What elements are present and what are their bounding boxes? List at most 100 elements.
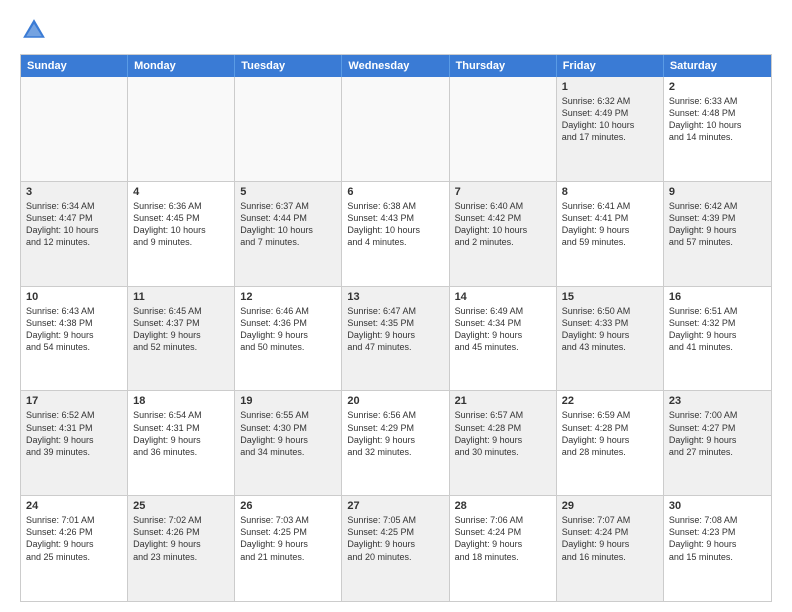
calendar: SundayMondayTuesdayWednesdayThursdayFrid… [20, 54, 772, 602]
cell-info-29: Sunrise: 7:07 AM Sunset: 4:24 PM Dayligh… [562, 514, 658, 563]
day-number-18: 18 [133, 395, 229, 407]
cell-info-24: Sunrise: 7:01 AM Sunset: 4:26 PM Dayligh… [26, 514, 122, 563]
cell-info-5: Sunrise: 6:37 AM Sunset: 4:44 PM Dayligh… [240, 200, 336, 249]
cell-info-17: Sunrise: 6:52 AM Sunset: 4:31 PM Dayligh… [26, 409, 122, 458]
day-number-17: 17 [26, 395, 122, 407]
cell-info-22: Sunrise: 6:59 AM Sunset: 4:28 PM Dayligh… [562, 409, 658, 458]
logo-icon [20, 16, 48, 44]
cell-info-9: Sunrise: 6:42 AM Sunset: 4:39 PM Dayligh… [669, 200, 766, 249]
cell-info-6: Sunrise: 6:38 AM Sunset: 4:43 PM Dayligh… [347, 200, 443, 249]
calendar-row-4: 17 Sunrise: 6:52 AM Sunset: 4:31 PM Dayli… [21, 391, 771, 496]
cell-info-4: Sunrise: 6:36 AM Sunset: 4:45 PM Dayligh… [133, 200, 229, 249]
day-number-20: 20 [347, 395, 443, 407]
cell-info-26: Sunrise: 7:03 AM Sunset: 4:25 PM Dayligh… [240, 514, 336, 563]
day-number-2: 2 [669, 81, 766, 93]
cell-info-18: Sunrise: 6:54 AM Sunset: 4:31 PM Dayligh… [133, 409, 229, 458]
day-number-30: 30 [669, 500, 766, 512]
cell-day-27: 27 Sunrise: 7:05 AM Sunset: 4:25 PM Dayli… [342, 496, 449, 601]
header-day-tuesday: Tuesday [235, 55, 342, 77]
calendar-row-2: 3 Sunrise: 6:34 AM Sunset: 4:47 PM Daylig… [21, 182, 771, 287]
cell-day-22: 22 Sunrise: 6:59 AM Sunset: 4:28 PM Dayli… [557, 391, 664, 495]
cell-info-25: Sunrise: 7:02 AM Sunset: 4:26 PM Dayligh… [133, 514, 229, 563]
cell-day-6: 6 Sunrise: 6:38 AM Sunset: 4:43 PM Daylig… [342, 182, 449, 286]
cell-day-16: 16 Sunrise: 6:51 AM Sunset: 4:32 PM Dayli… [664, 287, 771, 391]
cell-info-7: Sunrise: 6:40 AM Sunset: 4:42 PM Dayligh… [455, 200, 551, 249]
cell-info-28: Sunrise: 7:06 AM Sunset: 4:24 PM Dayligh… [455, 514, 551, 563]
cell-day-3: 3 Sunrise: 6:34 AM Sunset: 4:47 PM Daylig… [21, 182, 128, 286]
cell-day-29: 29Sunrise: 7:07 AM Sunset: 4:24 PM Dayli… [557, 496, 664, 601]
cell-info-30: Sunrise: 7:08 AM Sunset: 4:23 PM Dayligh… [669, 514, 766, 563]
cell-info-19: Sunrise: 6:55 AM Sunset: 4:30 PM Dayligh… [240, 409, 336, 458]
cell-day-28: 28 Sunrise: 7:06 AM Sunset: 4:24 PM Dayli… [450, 496, 557, 601]
day-number-15: 15 [562, 291, 658, 303]
calendar-row-3: 10 Sunrise: 6:43 AM Sunset: 4:38 PM Dayli… [21, 287, 771, 392]
header-day-monday: Monday [128, 55, 235, 77]
cell-info-12: Sunrise: 6:46 AM Sunset: 4:36 PM Dayligh… [240, 305, 336, 354]
day-number-6: 6 [347, 186, 443, 198]
cell-day-8: 8Sunrise: 6:41 AM Sunset: 4:41 PM Daylig… [557, 182, 664, 286]
day-number-3: 3 [26, 186, 122, 198]
header [20, 16, 772, 44]
day-number-24: 24 [26, 500, 122, 512]
cell-info-21: Sunrise: 6:57 AM Sunset: 4:28 PM Dayligh… [455, 409, 551, 458]
cell-info-16: Sunrise: 6:51 AM Sunset: 4:32 PM Dayligh… [669, 305, 766, 354]
page: SundayMondayTuesdayWednesdayThursdayFrid… [0, 0, 792, 612]
day-number-14: 14 [455, 291, 551, 303]
cell-day-17: 17 Sunrise: 6:52 AM Sunset: 4:31 PM Dayli… [21, 391, 128, 495]
cell-info-27: Sunrise: 7:05 AM Sunset: 4:25 PM Dayligh… [347, 514, 443, 563]
header-day-wednesday: Wednesday [342, 55, 449, 77]
calendar-header: SundayMondayTuesdayWednesdayThursdayFrid… [21, 55, 771, 77]
day-number-27: 27 [347, 500, 443, 512]
cell-day-2: 2Sunrise: 6:33 AM Sunset: 4:48 PM Daylig… [664, 77, 771, 181]
cell-info-14: Sunrise: 6:49 AM Sunset: 4:34 PM Dayligh… [455, 305, 551, 354]
cell-day-5: 5 Sunrise: 6:37 AM Sunset: 4:44 PM Daylig… [235, 182, 342, 286]
cell-info-11: Sunrise: 6:45 AM Sunset: 4:37 PM Dayligh… [133, 305, 229, 354]
cell-day-23: 23Sunrise: 7:00 AM Sunset: 4:27 PM Dayli… [664, 391, 771, 495]
cell-day-9: 9 Sunrise: 6:42 AM Sunset: 4:39 PM Daylig… [664, 182, 771, 286]
cell-info-10: Sunrise: 6:43 AM Sunset: 4:38 PM Dayligh… [26, 305, 122, 354]
day-number-5: 5 [240, 186, 336, 198]
cell-day-4: 4 Sunrise: 6:36 AM Sunset: 4:45 PM Daylig… [128, 182, 235, 286]
day-number-4: 4 [133, 186, 229, 198]
day-number-28: 28 [455, 500, 551, 512]
cell-info-1: Sunrise: 6:32 AM Sunset: 4:49 PM Dayligh… [562, 95, 658, 144]
day-number-7: 7 [455, 186, 551, 198]
cell-day-30: 30 Sunrise: 7:08 AM Sunset: 4:23 PM Dayli… [664, 496, 771, 601]
cell-day-12: 12 Sunrise: 6:46 AM Sunset: 4:36 PM Dayli… [235, 287, 342, 391]
day-number-16: 16 [669, 291, 766, 303]
day-number-22: 22 [562, 395, 658, 407]
cell-empty-0-4 [450, 77, 557, 181]
cell-empty-0-0 [21, 77, 128, 181]
cell-info-3: Sunrise: 6:34 AM Sunset: 4:47 PM Dayligh… [26, 200, 122, 249]
cell-info-8: Sunrise: 6:41 AM Sunset: 4:41 PM Dayligh… [562, 200, 658, 249]
cell-day-10: 10 Sunrise: 6:43 AM Sunset: 4:38 PM Dayli… [21, 287, 128, 391]
logo [20, 16, 52, 44]
calendar-body: 1 Sunrise: 6:32 AM Sunset: 4:49 PM Daylig… [21, 77, 771, 601]
cell-empty-0-3 [342, 77, 449, 181]
day-number-21: 21 [455, 395, 551, 407]
cell-empty-0-2 [235, 77, 342, 181]
day-number-13: 13 [347, 291, 443, 303]
cell-day-25: 25Sunrise: 7:02 AM Sunset: 4:26 PM Dayli… [128, 496, 235, 601]
cell-day-26: 26Sunrise: 7:03 AM Sunset: 4:25 PM Dayli… [235, 496, 342, 601]
cell-day-24: 24 Sunrise: 7:01 AM Sunset: 4:26 PM Dayli… [21, 496, 128, 601]
cell-day-20: 20 Sunrise: 6:56 AM Sunset: 4:29 PM Dayli… [342, 391, 449, 495]
cell-empty-0-1 [128, 77, 235, 181]
day-number-1: 1 [562, 81, 658, 93]
cell-info-15: Sunrise: 6:50 AM Sunset: 4:33 PM Dayligh… [562, 305, 658, 354]
cell-day-18: 18 Sunrise: 6:54 AM Sunset: 4:31 PM Dayli… [128, 391, 235, 495]
cell-day-11: 11 Sunrise: 6:45 AM Sunset: 4:37 PM Dayli… [128, 287, 235, 391]
day-number-11: 11 [133, 291, 229, 303]
cell-day-7: 7 Sunrise: 6:40 AM Sunset: 4:42 PM Daylig… [450, 182, 557, 286]
day-number-23: 23 [669, 395, 766, 407]
cell-day-13: 13Sunrise: 6:47 AM Sunset: 4:35 PM Dayli… [342, 287, 449, 391]
header-day-sunday: Sunday [21, 55, 128, 77]
calendar-row-1: 1 Sunrise: 6:32 AM Sunset: 4:49 PM Daylig… [21, 77, 771, 182]
header-day-friday: Friday [557, 55, 664, 77]
cell-info-20: Sunrise: 6:56 AM Sunset: 4:29 PM Dayligh… [347, 409, 443, 458]
day-number-9: 9 [669, 186, 766, 198]
cell-day-15: 15 Sunrise: 6:50 AM Sunset: 4:33 PM Dayli… [557, 287, 664, 391]
cell-day-1: 1 Sunrise: 6:32 AM Sunset: 4:49 PM Daylig… [557, 77, 664, 181]
day-number-12: 12 [240, 291, 336, 303]
day-number-10: 10 [26, 291, 122, 303]
